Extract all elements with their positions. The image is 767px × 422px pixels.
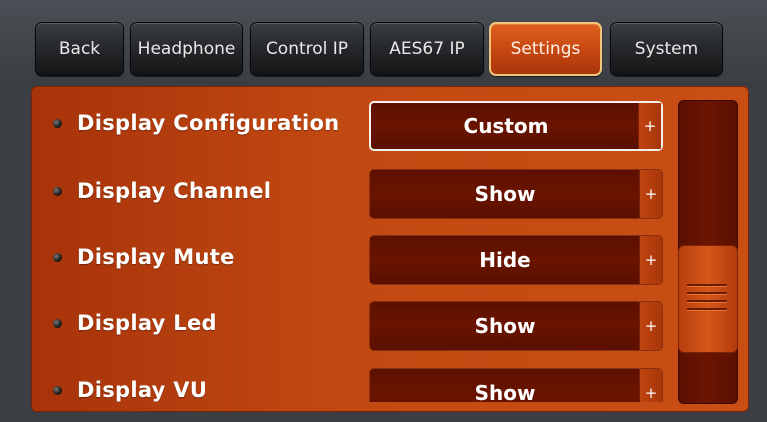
setting-row-display-led: Display Led Show + [31, 301, 671, 353]
tab-headphone[interactable]: Headphone [130, 22, 243, 76]
plus-icon[interactable]: + [639, 369, 662, 402]
setting-label: Display Channel [77, 179, 272, 203]
settings-list: Display Configuration Custom + Display C… [31, 86, 671, 402]
tab-bar: Back Headphone Control IP AES67 IP Setti… [0, 0, 767, 86]
bullet-icon [53, 386, 62, 395]
setting-label: Display Mute [77, 245, 235, 269]
back-button[interactable]: Back [35, 22, 124, 76]
grip-icon [687, 284, 727, 314]
plus-icon[interactable]: + [638, 103, 661, 149]
plus-icon[interactable]: + [639, 170, 662, 218]
tab-settings[interactable]: Settings [489, 22, 602, 76]
field-value: Show [474, 381, 536, 402]
settings-panel: Display Configuration Custom + Display C… [31, 86, 749, 412]
setting-row-display-mute: Display Mute Hide + [31, 235, 671, 287]
tab-system[interactable]: System [610, 22, 723, 76]
scrollbar-track[interactable] [678, 100, 738, 404]
setting-label: Display Led [77, 311, 217, 335]
setting-label: Display VU [77, 378, 208, 402]
bullet-icon [53, 119, 62, 128]
setting-row-display-channel: Display Channel Show + [31, 169, 671, 221]
display-channel-field[interactable]: Show + [369, 169, 663, 219]
field-value: Custom [463, 114, 549, 138]
display-led-field[interactable]: Show + [369, 301, 663, 351]
plus-icon[interactable]: + [639, 302, 662, 350]
setting-row-display-vu: Display VU Show + [31, 368, 671, 402]
plus-icon[interactable]: + [639, 236, 662, 284]
field-value: Show [474, 182, 536, 206]
field-value: Hide [479, 248, 531, 272]
bullet-icon [53, 253, 62, 262]
bullet-icon [53, 319, 62, 328]
field-value: Show [474, 314, 536, 338]
display-vu-field[interactable]: Show + [369, 368, 663, 402]
setting-row-display-configuration: Display Configuration Custom + [31, 101, 671, 153]
display-mute-field[interactable]: Hide + [369, 235, 663, 285]
bullet-icon [53, 187, 62, 196]
setting-label: Display Configuration [77, 111, 340, 135]
tab-control-ip[interactable]: Control IP [250, 22, 364, 76]
tab-aes67-ip[interactable]: AES67 IP [370, 22, 484, 76]
display-configuration-field[interactable]: Custom + [369, 101, 663, 151]
scrollbar-thumb[interactable] [678, 245, 738, 353]
